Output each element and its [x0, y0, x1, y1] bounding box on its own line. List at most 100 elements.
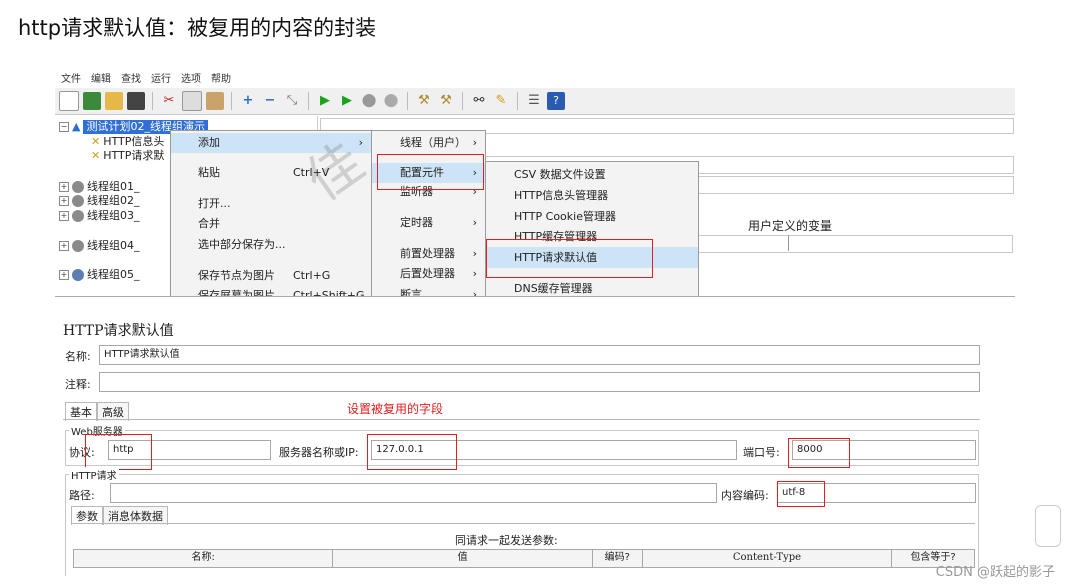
tree-label: HTTP请求默 — [103, 149, 165, 162]
tree-label: 线程组01_ — [87, 180, 140, 193]
thread-group-icon — [72, 181, 84, 193]
page-title: http请求默认值：被复用的内容的封装 — [18, 16, 377, 40]
thread-group-icon — [72, 269, 84, 281]
test-plan-icon: ▲ — [72, 120, 81, 133]
form-title: HTTP请求默认值 — [63, 323, 174, 339]
highlight-http-defaults — [486, 239, 653, 278]
col-name[interactable]: 名称: — [74, 550, 334, 567]
tree-row-group-2[interactable]: + 线程组02_ — [59, 194, 140, 208]
name-input[interactable]: HTTP请求默认值 — [99, 345, 980, 365]
save-icon[interactable] — [127, 92, 145, 110]
ctx-merge[interactable]: 合并 — [171, 214, 371, 234]
toolbar: ✂ + − ⤡ ▶ ▶ ⬤ ⬤ ⚒ ⚒ ⚯ ✎ ☰ ? — [55, 88, 1015, 115]
submenu-postprocessor[interactable]: 后置处理器 › — [372, 264, 485, 284]
col-value[interactable]: 值 — [333, 550, 593, 567]
tree-label: HTTP信息头 — [103, 135, 165, 148]
tree-label: 线程组05_ — [87, 268, 140, 281]
tree-label: 线程组03_ — [87, 209, 140, 222]
tab-divider — [63, 419, 980, 420]
submenu-timer[interactable]: 定时器 › — [372, 213, 485, 233]
highlight-config-element — [377, 154, 484, 190]
tree-row-http-default[interactable]: ✕ HTTP请求默 — [91, 149, 164, 163]
expand-toggle-icon[interactable]: + — [59, 182, 69, 192]
side-widget[interactable] — [1035, 505, 1061, 547]
highlight-encoding — [777, 481, 825, 507]
thread-group-icon — [72, 210, 84, 222]
submenu-threads[interactable]: 线程（用户） › — [372, 133, 485, 153]
submenu-dns-cache[interactable]: DNS缓存管理器 — [486, 278, 698, 296]
http-request-title: HTTP请求 — [69, 467, 119, 482]
server-label: 服务器名称或IP: — [279, 446, 359, 459]
tool-icon: ✕ — [91, 149, 101, 162]
submenu-cookie-manager[interactable]: HTTP Cookie管理器 — [486, 206, 698, 227]
comment-input[interactable] — [99, 372, 980, 392]
function-helper-icon[interactable]: ☰ — [525, 92, 543, 110]
clear-all-icon[interactable]: ⚒ — [437, 92, 455, 110]
stop-icon[interactable]: ⬤ — [360, 92, 378, 110]
templates-icon[interactable] — [83, 92, 101, 110]
col-encode[interactable]: 编码? — [593, 550, 643, 567]
col-content-type[interactable]: Content-Type — [643, 550, 893, 567]
param-tab-divider — [71, 523, 975, 524]
menu-search[interactable]: 查找 — [121, 70, 141, 85]
start-icon[interactable]: ▶ — [316, 92, 334, 110]
cut-icon[interactable]: ✂ — [160, 92, 178, 110]
start-no-pause-icon[interactable]: ▶ — [338, 92, 356, 110]
new-icon[interactable] — [59, 91, 79, 111]
collapse-toggle-icon[interactable]: − — [59, 122, 69, 132]
toggle-icon[interactable]: ⤡ — [283, 92, 301, 110]
thread-group-icon — [72, 195, 84, 207]
expand-toggle-icon[interactable]: + — [59, 196, 69, 206]
menu-run[interactable]: 运行 — [151, 70, 171, 85]
collapse-icon[interactable]: − — [261, 92, 279, 110]
menu-file[interactable]: 文件 — [61, 70, 81, 85]
tool-icon: ✕ — [91, 135, 101, 148]
tree-row-header[interactable]: ✕ HTTP信息头 — [91, 135, 164, 149]
shutdown-icon[interactable]: ⬤ — [382, 92, 400, 110]
thread-group-icon — [72, 240, 84, 252]
menu-help[interactable]: 帮助 — [211, 70, 231, 85]
send-params-label: 同请求一起发送参数: — [455, 534, 558, 547]
clear-icon[interactable]: ⚒ — [415, 92, 433, 110]
highlight-port — [788, 438, 850, 468]
tree-row-group-3[interactable]: + 线程组03_ — [59, 209, 140, 223]
name-label: 名称: — [65, 350, 91, 363]
path-input[interactable] — [110, 483, 717, 503]
submenu-preprocessor[interactable]: 前置处理器 › — [372, 244, 485, 264]
menubar: 文件 编辑 查找 运行 选项 帮助 — [55, 70, 231, 85]
highlight-server — [367, 434, 457, 470]
jmeter-menu-screenshot: 文件 编辑 查找 运行 选项 帮助 ✂ + − ⤡ ▶ ▶ ⬤ ⬤ ⚒ ⚒ ⚯ … — [55, 68, 1015, 297]
paste-icon[interactable] — [206, 92, 224, 110]
expand-toggle-icon[interactable]: + — [59, 270, 69, 280]
tree-row-group-4[interactable]: + 线程组04_ — [59, 239, 140, 253]
http-defaults-form: HTTP请求默认值 名称: HTTP请求默认值 注释: 基本 高级 设置被复用的… — [55, 306, 980, 576]
expand-toggle-icon[interactable]: + — [59, 241, 69, 251]
copy-icon[interactable] — [182, 91, 202, 111]
submenu-header-manager[interactable]: HTTP信息头管理器 — [486, 185, 698, 206]
expand-icon[interactable]: + — [239, 92, 257, 110]
highlight-protocol — [85, 434, 152, 470]
help-icon[interactable]: ? — [547, 92, 565, 110]
expand-toggle-icon[interactable]: + — [59, 211, 69, 221]
tree-row-group-5[interactable]: + 线程组05_ — [59, 268, 140, 282]
tree-row-group-1[interactable]: + 线程组01_ — [59, 180, 140, 194]
tree-label: 线程组04_ — [87, 239, 140, 252]
ctx-save-selection[interactable]: 选中部分保存为... — [171, 235, 371, 255]
menu-options[interactable]: 选项 — [181, 70, 201, 85]
tree-label: 线程组02_ — [87, 194, 140, 207]
encoding-label: 内容编码: — [721, 489, 769, 502]
column-divider — [788, 235, 789, 251]
submenu-assertion[interactable]: 断言 › — [372, 285, 485, 296]
comment-label: 注释: — [65, 378, 91, 391]
ctx-save-screen-image[interactable]: 保存屏幕为图片 Ctrl+Shift+G — [171, 286, 371, 296]
menu-edit[interactable]: 编辑 — [91, 70, 111, 85]
open-icon[interactable] — [105, 92, 123, 110]
ctx-save-node-image[interactable]: 保存节点为图片 Ctrl+G — [171, 266, 371, 286]
port-label: 端口号: — [743, 446, 780, 459]
submenu-csv[interactable]: CSV 数据文件设置 — [486, 164, 698, 185]
csdn-watermark: CSDN @跃起的影子 — [935, 565, 1055, 580]
search-icon[interactable]: ⚯ — [470, 92, 488, 110]
reuse-hint: 设置被复用的字段 — [347, 402, 444, 416]
reset-search-icon[interactable]: ✎ — [492, 92, 510, 110]
params-table-header: 名称: 值 编码? Content-Type 包含等于? — [73, 549, 975, 568]
